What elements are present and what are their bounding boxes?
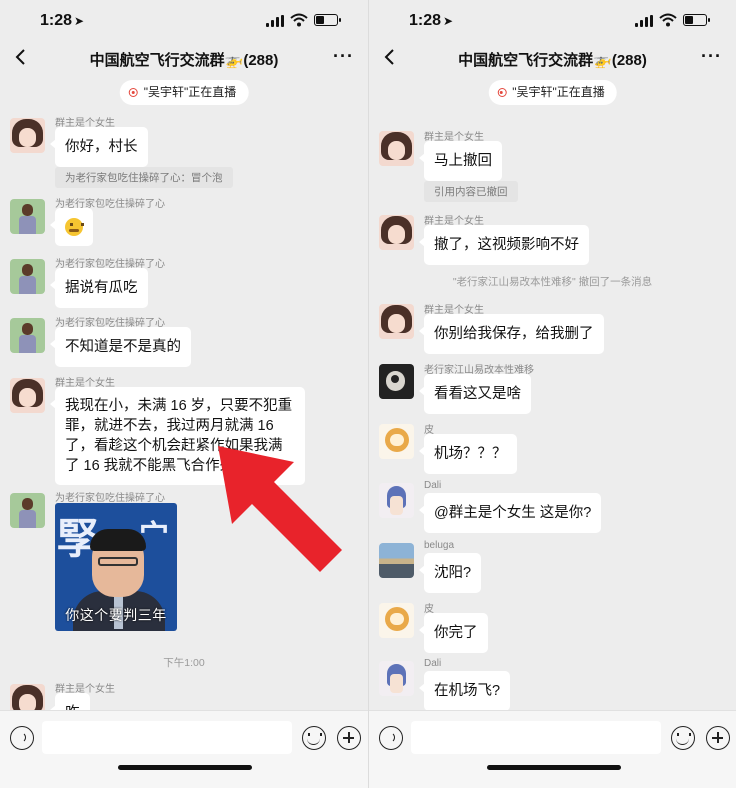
live-stream-banner[interactable]: "吴宇轩"正在直播 [488, 80, 617, 105]
input-bar [369, 710, 736, 788]
message-bubble[interactable]: 看看这又是啥 [419, 374, 531, 414]
group-title: 中国航空飞行交流群🚁(288) [89, 52, 279, 69]
home-indicator [487, 765, 621, 770]
status-time: 1:28 ➤ [409, 12, 454, 29]
message-input[interactable] [42, 721, 292, 754]
wifi-icon [659, 13, 677, 27]
home-indicator [118, 765, 252, 770]
chat-screen-right: 1:28 ➤ 中国航空飞行交流群🚁(288) ··· "吴宇轩"正在直播 群主是个… [368, 0, 736, 788]
status-bar: 1:28 ➤ [0, 0, 368, 44]
live-banner-text: "吴宇轩"正在直播 [512, 85, 605, 99]
avatar[interactable] [379, 304, 414, 339]
avatar[interactable] [379, 215, 414, 250]
message-input[interactable] [411, 721, 661, 754]
avatar[interactable] [10, 493, 45, 528]
emoji-button-icon[interactable] [671, 726, 695, 750]
message-bubble[interactable]: @群主是个女生 这是你? [418, 493, 602, 533]
message-bubble[interactable] [50, 208, 93, 246]
avatar[interactable] [379, 424, 414, 459]
message-bubble[interactable]: 沈阳? [418, 553, 482, 593]
live-record-icon [497, 88, 507, 97]
wifi-icon [290, 13, 308, 27]
more-plus-icon[interactable] [706, 726, 730, 750]
sender-name: 为老行家包吃住操碎了心 [55, 493, 165, 504]
avatar[interactable] [379, 661, 414, 696]
nav-bar: 中国航空飞行交流群🚁(288) ··· [0, 44, 368, 74]
sender-name: Dali [424, 480, 442, 491]
more-options-button[interactable]: ··· [333, 46, 354, 67]
avatar[interactable] [379, 603, 414, 638]
battery-icon [683, 14, 710, 26]
group-title: 中国航空飞行交流群🚁(288) [458, 52, 647, 69]
meme-image[interactable]: 孯 宀 你这个要判三年 [55, 503, 177, 631]
message-bubble[interactable]: 不知道是不是真的 [50, 327, 191, 367]
avatar[interactable] [10, 259, 45, 294]
status-time: 1:28 ➤ [40, 12, 85, 29]
message-bubble[interactable]: 机场？？？ [419, 434, 517, 474]
cellular-signal-icon [635, 15, 653, 27]
message-bubble[interactable]: 据说有瓜吃 [50, 268, 148, 308]
avatar[interactable] [379, 131, 414, 166]
sender-name: beluga [424, 540, 455, 551]
battery-icon [314, 14, 341, 26]
sender-name: Dali [424, 658, 442, 669]
input-bar [0, 710, 368, 788]
voice-input-icon[interactable] [10, 726, 34, 750]
live-stream-banner[interactable]: "吴宇轩"正在直播 [119, 80, 249, 105]
cellular-signal-icon [266, 15, 284, 27]
avatar[interactable] [379, 364, 414, 399]
quoted-message[interactable]: 为老行家包吃住操碎了心：冒个泡 [55, 167, 233, 188]
emoji-button-icon[interactable] [302, 726, 326, 750]
voice-input-icon[interactable] [379, 726, 403, 750]
grimace-emoji-icon [65, 218, 84, 237]
avatar[interactable] [10, 199, 45, 234]
avatar[interactable] [10, 118, 45, 153]
status-bar: 1:28 ➤ [369, 0, 736, 44]
chat-screen-left: 1:28 ➤ 中国航空飞行交流群🚁(288) ··· "吴宇轩"正在直播 群主是个… [0, 0, 368, 788]
avatar[interactable] [379, 543, 414, 578]
time-divider: 下午1:00 [163, 657, 205, 669]
meme-caption: 你这个要判三年 [65, 607, 167, 623]
live-record-icon [128, 88, 138, 97]
quoted-message[interactable]: 引用内容已撤回 [424, 181, 518, 202]
recall-system-message: "老行家江山易改本性难移" 撤回了一条消息 [452, 276, 653, 288]
location-arrow-icon: ➤ [443, 14, 454, 28]
avatar[interactable] [379, 483, 414, 518]
message-bubble[interactable]: 你好，村长 [50, 127, 148, 167]
location-arrow-icon: ➤ [74, 14, 85, 28]
red-arrow-annotation [218, 446, 342, 572]
avatar[interactable] [10, 318, 45, 353]
nav-bar: 中国航空飞行交流群🚁(288) ··· [369, 44, 736, 74]
message-bubble[interactable]: 马上撤回 [419, 141, 502, 181]
message-bubble[interactable]: 撤了，这视频影响不好 [419, 225, 589, 265]
more-options-button[interactable]: ··· [701, 46, 722, 67]
message-bubble[interactable]: 你完了 [419, 613, 488, 653]
message-bubble[interactable]: 在机场飞? [418, 671, 511, 711]
more-plus-icon[interactable] [337, 726, 361, 750]
message-bubble[interactable]: 你别给我保存，给我删了 [419, 314, 604, 354]
avatar[interactable] [10, 378, 45, 413]
live-banner-text: "吴宇轩"正在直播 [143, 85, 237, 99]
